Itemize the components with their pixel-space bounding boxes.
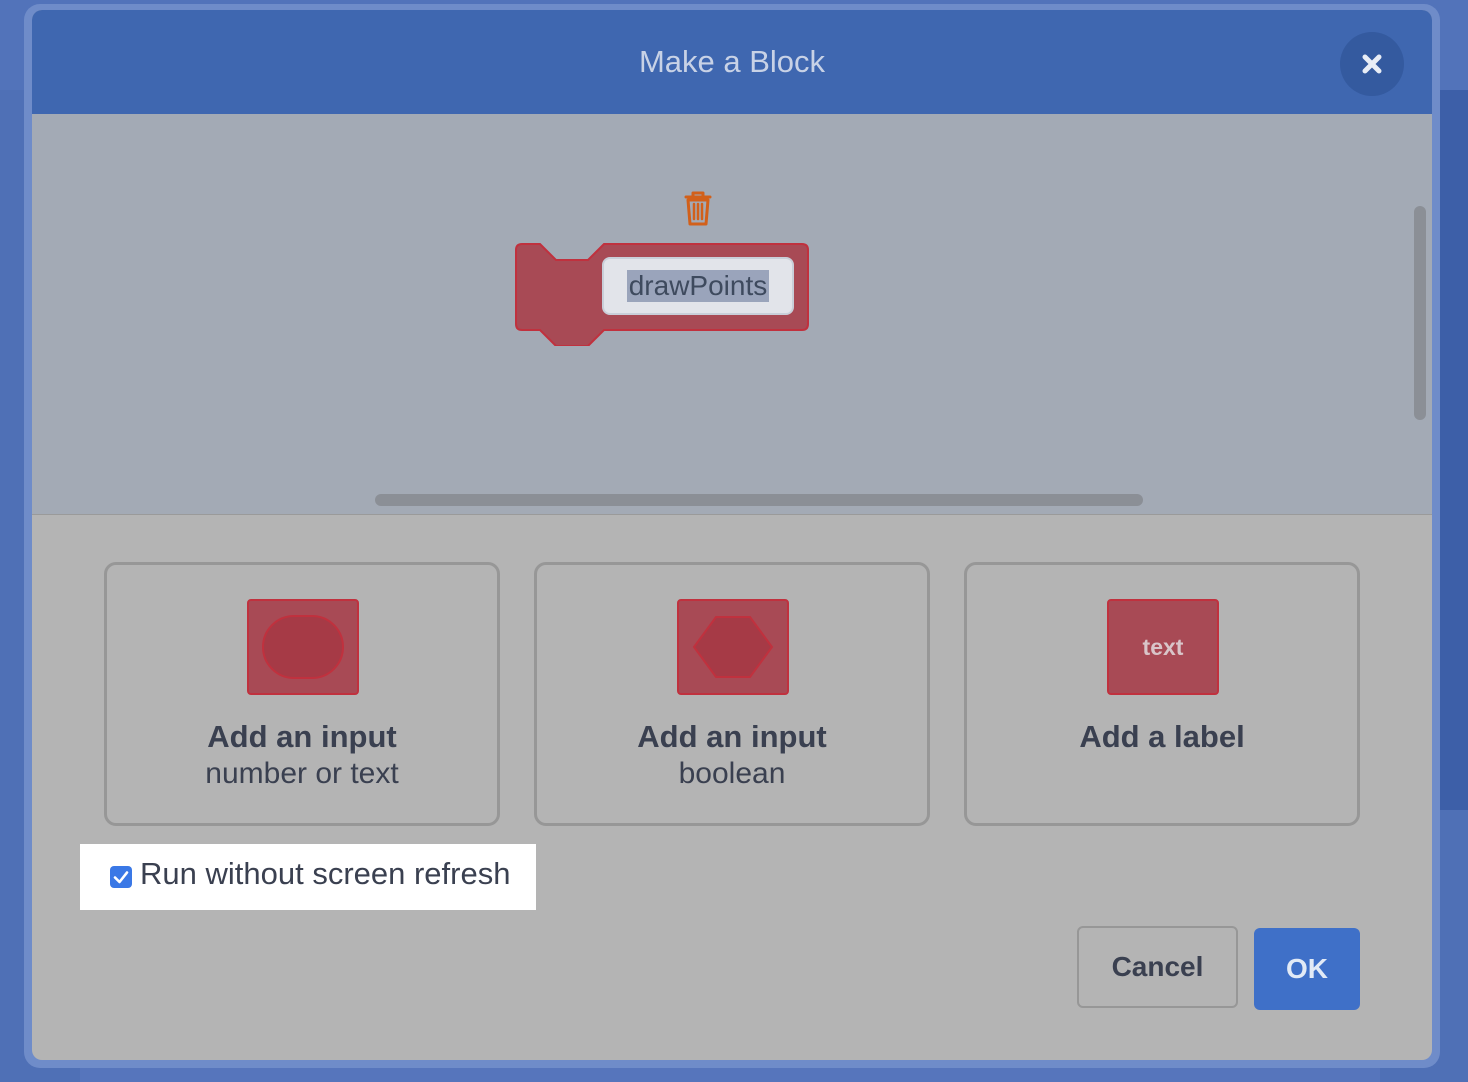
option-subtitle: number or text bbox=[205, 757, 399, 790]
horizontal-scrollbar[interactable] bbox=[375, 494, 1143, 506]
dialog-header: Make a Block bbox=[32, 10, 1432, 114]
add-label-button[interactable]: text Add a label bbox=[964, 562, 1360, 826]
trash-icon[interactable] bbox=[678, 188, 718, 228]
hexagon-input-icon bbox=[677, 599, 789, 695]
round-input-icon bbox=[247, 599, 359, 695]
option-title: Add an input bbox=[637, 719, 827, 754]
make-block-dialog: Make a Block drawPoints Add an input num… bbox=[24, 4, 1440, 1068]
dialog-body: Make a Block drawPoints Add an input num… bbox=[32, 10, 1432, 1060]
cancel-button[interactable]: Cancel bbox=[1077, 926, 1238, 1008]
block-options: Add an input number or text Add an input… bbox=[104, 562, 1360, 826]
checkmark-icon bbox=[113, 871, 129, 884]
run-without-refresh-option[interactable]: Run without screen refresh bbox=[80, 844, 536, 910]
option-title: Add a label bbox=[1079, 719, 1245, 754]
label-icon-text: text bbox=[1142, 633, 1184, 660]
vertical-scrollbar[interactable] bbox=[1414, 206, 1426, 420]
background-right-panel bbox=[1440, 90, 1468, 810]
close-icon bbox=[1362, 54, 1382, 74]
close-button[interactable] bbox=[1340, 32, 1404, 96]
run-without-refresh-label: Run without screen refresh bbox=[140, 856, 511, 891]
ok-button[interactable]: OK bbox=[1254, 928, 1360, 1010]
add-boolean-input-button[interactable]: Add an input boolean bbox=[534, 562, 930, 826]
option-subtitle: boolean bbox=[678, 757, 786, 790]
add-number-text-input-button[interactable]: Add an input number or text bbox=[104, 562, 500, 826]
run-without-refresh-checkbox[interactable] bbox=[110, 866, 132, 888]
block-name-input[interactable]: drawPoints bbox=[602, 257, 794, 315]
dialog-title: Make a Block bbox=[638, 44, 826, 79]
option-title: Add an input bbox=[207, 719, 397, 754]
block-name-text: drawPoints bbox=[626, 270, 770, 302]
block-preview-workspace: drawPoints bbox=[32, 114, 1432, 515]
label-text-icon: text bbox=[1107, 599, 1219, 695]
